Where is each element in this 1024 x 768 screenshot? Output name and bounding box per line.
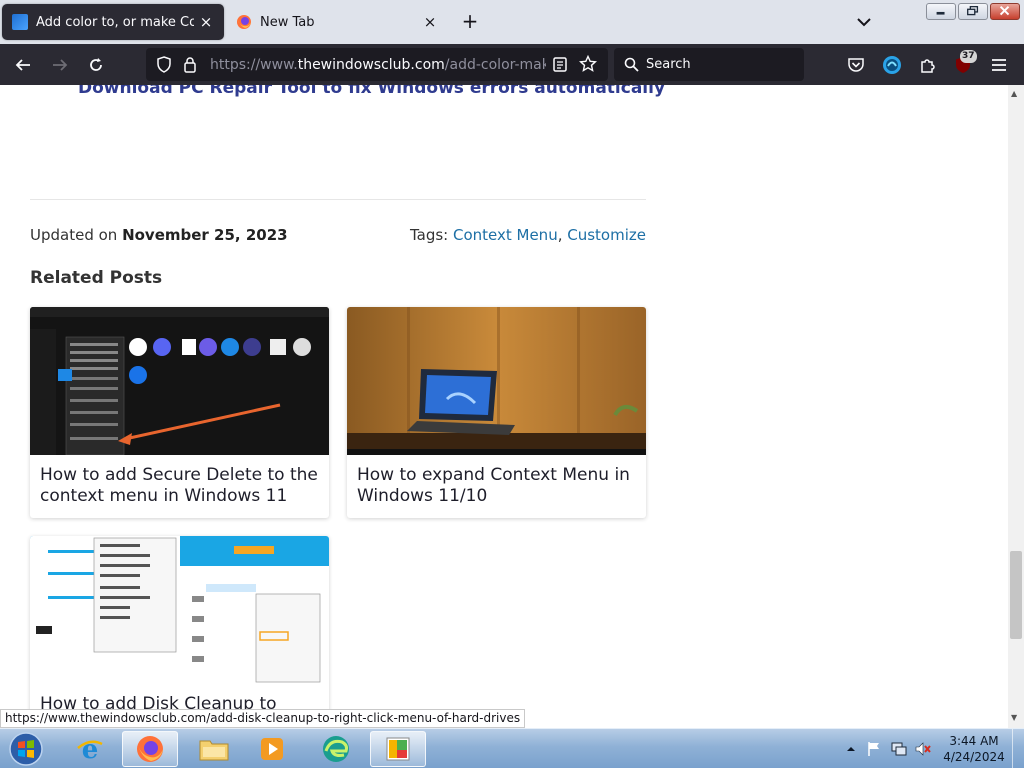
tags-line: Tags: Context Menu, Customize bbox=[410, 226, 646, 244]
url-path: /add-color-make-con bbox=[444, 57, 546, 73]
search-icon bbox=[624, 57, 639, 72]
reader-view-icon[interactable] bbox=[552, 56, 568, 73]
volume-muted-icon[interactable] bbox=[914, 741, 932, 757]
taskbar-paint[interactable] bbox=[370, 731, 426, 767]
internet-explorer-icon: e bbox=[77, 735, 103, 764]
divider bbox=[30, 199, 646, 200]
updated-prefix: Updated on bbox=[30, 226, 123, 244]
repair-tool-promo-link[interactable]: Download PC Repair Tool to fix Windows e… bbox=[78, 85, 665, 98]
taskbar-edge[interactable] bbox=[308, 731, 364, 767]
reload-icon bbox=[90, 58, 102, 71]
taskbar-file-explorer[interactable] bbox=[186, 731, 242, 767]
screen: Add color to, or make Context M × New Ta… bbox=[0, 0, 1024, 768]
related-posts-heading: Related Posts bbox=[30, 268, 163, 288]
show-hidden-icons-icon[interactable] bbox=[846, 744, 856, 754]
start-button[interactable] bbox=[6, 731, 46, 767]
media-player-icon bbox=[261, 738, 283, 760]
restore-button[interactable] bbox=[958, 3, 988, 20]
tags-separator: , bbox=[557, 226, 568, 244]
account-button[interactable] bbox=[879, 52, 905, 78]
network-icon[interactable] bbox=[890, 741, 908, 757]
tab-bar: Add color to, or make Context M × New Ta… bbox=[0, 0, 1024, 44]
url-bar[interactable]: https://www.thewindowsclub.com/add-color… bbox=[146, 48, 608, 81]
chevron-down-icon[interactable] bbox=[852, 12, 876, 32]
firefox-icon bbox=[137, 736, 163, 762]
url-domain: thewindowsclub.com bbox=[297, 57, 445, 73]
forward-button[interactable] bbox=[47, 52, 73, 78]
app-menu-button[interactable] bbox=[986, 52, 1012, 78]
system-clock[interactable]: 3:44 AM 4/24/2024 bbox=[940, 733, 1008, 765]
post-thumbnail-image[interactable] bbox=[30, 307, 329, 455]
paint-icon bbox=[386, 737, 410, 761]
tab-title: New Tab bbox=[260, 14, 315, 30]
windows-start-orb-icon bbox=[9, 732, 43, 766]
post-thumbnail-image[interactable] bbox=[347, 307, 646, 455]
search-placeholder: Search bbox=[646, 57, 691, 72]
taskbar-media-player[interactable] bbox=[244, 731, 300, 767]
bookmark-star-icon[interactable] bbox=[579, 55, 597, 73]
link-status-url: https://www.thewindowsclub.com/add-disk-… bbox=[0, 709, 526, 728]
windowsclub-favicon-icon bbox=[12, 14, 28, 30]
taskbar-firefox[interactable] bbox=[122, 731, 178, 767]
tab-new-tab[interactable]: New Tab × bbox=[226, 4, 448, 40]
related-post-card[interactable]: How to expand Context Menu in Windows 11… bbox=[347, 307, 646, 518]
tab-title: Add color to, or make Context M bbox=[36, 14, 194, 30]
extension-badge-count: 37 bbox=[960, 50, 977, 63]
windows-taskbar: e 3:44 AM 4/24/2024 bbox=[0, 728, 1024, 768]
back-button[interactable] bbox=[10, 52, 36, 78]
account-avatar-icon bbox=[883, 56, 901, 74]
tab-active[interactable]: Add color to, or make Context M × bbox=[2, 4, 224, 40]
scrollbar-thumb[interactable] bbox=[1010, 551, 1022, 639]
extensions-button[interactable] bbox=[915, 52, 941, 78]
related-post-card[interactable]: How to add Disk Cleanup to bbox=[30, 536, 329, 728]
pocket-button[interactable] bbox=[843, 52, 869, 78]
navigation-bar: https://www.thewindowsclub.com/add-color… bbox=[0, 44, 1024, 85]
search-bar[interactable]: Search bbox=[614, 48, 804, 81]
clock-time: 3:44 AM bbox=[949, 734, 999, 748]
scroll-up-arrow-icon[interactable]: ▲ bbox=[1011, 89, 1017, 98]
url-text[interactable]: https://www.thewindowsclub.com/add-color… bbox=[210, 57, 546, 73]
clock-date: 4/24/2024 bbox=[943, 750, 1005, 764]
close-window-button[interactable] bbox=[990, 3, 1020, 20]
folder-icon bbox=[199, 740, 229, 761]
web-page-content: Download PC Repair Tool to fix Windows e… bbox=[0, 85, 1008, 728]
post-thumbnail-image[interactable] bbox=[30, 536, 329, 684]
pocket-icon bbox=[848, 58, 864, 72]
post-title-link[interactable]: How to expand Context Menu in Windows 11… bbox=[357, 465, 638, 507]
tag-customize-link[interactable]: Customize bbox=[567, 226, 646, 244]
puzzle-piece-icon bbox=[921, 59, 935, 73]
related-post-card[interactable]: How to add Secure Delete to the context … bbox=[30, 307, 329, 518]
minimize-button[interactable] bbox=[926, 3, 956, 20]
shield-icon[interactable] bbox=[156, 56, 172, 73]
tags-label: Tags: bbox=[409, 226, 453, 244]
edge-icon bbox=[323, 736, 349, 762]
action-center-flag-icon[interactable] bbox=[866, 741, 882, 757]
show-desktop-button[interactable] bbox=[1012, 729, 1024, 768]
lock-icon[interactable] bbox=[183, 56, 197, 73]
back-arrow-icon bbox=[15, 59, 30, 71]
new-tab-button[interactable]: + bbox=[458, 10, 482, 34]
post-title-link[interactable]: How to add Secure Delete to the context … bbox=[40, 465, 321, 507]
tab-close-icon[interactable]: × bbox=[422, 14, 438, 30]
firefox-icon bbox=[237, 15, 251, 29]
updated-date-line: Updated on November 25, 2023 bbox=[30, 226, 288, 244]
reload-button[interactable] bbox=[83, 52, 109, 78]
forward-arrow-icon bbox=[53, 59, 68, 71]
tab-close-icon[interactable]: × bbox=[198, 14, 214, 30]
hamburger-menu-icon bbox=[992, 59, 1006, 71]
url-prefix: https://www. bbox=[210, 57, 298, 73]
scroll-down-arrow-icon[interactable]: ▼ bbox=[1011, 713, 1017, 722]
page-scrollbar[interactable]: ▲ ▼ bbox=[1008, 85, 1024, 728]
tag-context-menu-link[interactable]: Context Menu bbox=[453, 226, 558, 244]
taskbar-internet-explorer[interactable]: e bbox=[62, 731, 118, 767]
svg-text:e: e bbox=[82, 735, 99, 764]
updated-date: November 25, 2023 bbox=[122, 226, 288, 244]
